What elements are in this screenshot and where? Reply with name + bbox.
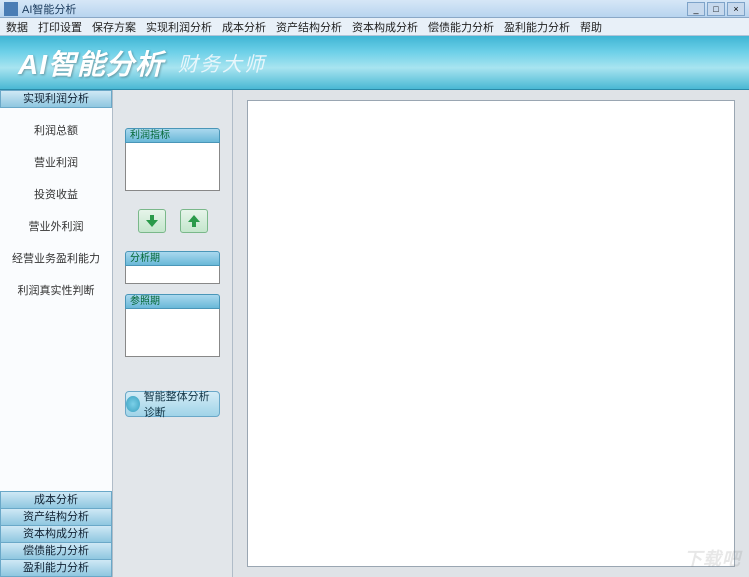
titlebar: AI智能分析 _ □ ×: [0, 0, 749, 18]
banner: AI智能分析 财务大师: [0, 36, 749, 90]
watermark: 下载吧: [684, 545, 741, 571]
arrow-up-icon: [186, 213, 202, 229]
arrow-row: [125, 201, 220, 241]
maximize-button[interactable]: □: [707, 2, 725, 16]
reference-period-listbox[interactable]: [125, 309, 220, 357]
menu-item[interactable]: 资本构成分析: [352, 19, 418, 35]
indicators-listbox[interactable]: [125, 143, 220, 191]
group-header-reference-period: 参照期: [125, 294, 220, 309]
accordion-header[interactable]: 资产结构分析: [0, 508, 112, 526]
menu-item[interactable]: 实现利润分析: [146, 19, 212, 35]
close-button[interactable]: ×: [727, 2, 745, 16]
analyze-button[interactable]: 智能整体分析诊断: [125, 391, 220, 417]
canvas-area: 下载吧: [233, 90, 749, 577]
arrow-down-button[interactable]: [138, 209, 166, 233]
group-header-indicators: 利润指标: [125, 128, 220, 143]
accordion-header-active[interactable]: 实现利润分析: [0, 90, 112, 108]
tree-item[interactable]: 投资收益: [0, 178, 112, 210]
arrow-down-icon: [144, 213, 160, 229]
tree-item[interactable]: 利润总额: [0, 114, 112, 146]
workspace: 实现利润分析 利润总额 营业利润 投资收益 营业外利润 经营业务盈利能力 利润真…: [0, 90, 749, 577]
analyze-icon: [126, 396, 140, 412]
sidebar: 实现利润分析 利润总额 营业利润 投资收益 营业外利润 经营业务盈利能力 利润真…: [0, 90, 113, 577]
accordion-header[interactable]: 成本分析: [0, 491, 112, 509]
accordion-stack: 成本分析 资产结构分析 资本构成分析 偿债能力分析 盈利能力分析: [0, 492, 112, 577]
tree-item[interactable]: 利润真实性判断: [0, 274, 112, 306]
tree-item[interactable]: 营业外利润: [0, 210, 112, 242]
menu-item[interactable]: 资产结构分析: [276, 19, 342, 35]
analysis-period-input[interactable]: [125, 266, 220, 284]
app-icon: [4, 2, 18, 16]
menu-item[interactable]: 成本分析: [222, 19, 266, 35]
menu-item[interactable]: 盈利能力分析: [504, 19, 570, 35]
tree-item[interactable]: 经营业务盈利能力: [0, 242, 112, 274]
menu-item[interactable]: 数据: [6, 19, 28, 35]
options-panel: 利润指标 分析期 参照期 智能整体分析诊断: [113, 90, 233, 577]
accordion-header[interactable]: 偿债能力分析: [0, 542, 112, 560]
accordion-header[interactable]: 资本构成分析: [0, 525, 112, 543]
menu-item[interactable]: 帮助: [580, 19, 602, 35]
tree-item[interactable]: 营业利润: [0, 146, 112, 178]
sidebar-tree: 利润总额 营业利润 投资收益 营业外利润 经营业务盈利能力 利润真实性判断: [0, 108, 112, 492]
minimize-button[interactable]: _: [687, 2, 705, 16]
group-header-analysis-period: 分析期: [125, 251, 220, 266]
report-canvas: [247, 100, 735, 567]
menu-item[interactable]: 保存方案: [92, 19, 136, 35]
menu-item[interactable]: 打印设置: [38, 19, 82, 35]
accordion-header[interactable]: 盈利能力分析: [0, 559, 112, 577]
banner-logo: AI智能分析: [18, 43, 164, 83]
banner-subtitle: 财务大师: [178, 48, 266, 77]
analyze-button-label: 智能整体分析诊断: [144, 388, 219, 420]
menubar: 数据 打印设置 保存方案 实现利润分析 成本分析 资产结构分析 资本构成分析 偿…: [0, 18, 749, 36]
arrow-up-button[interactable]: [180, 209, 208, 233]
window-title: AI智能分析: [22, 1, 687, 17]
menu-item[interactable]: 偿债能力分析: [428, 19, 494, 35]
